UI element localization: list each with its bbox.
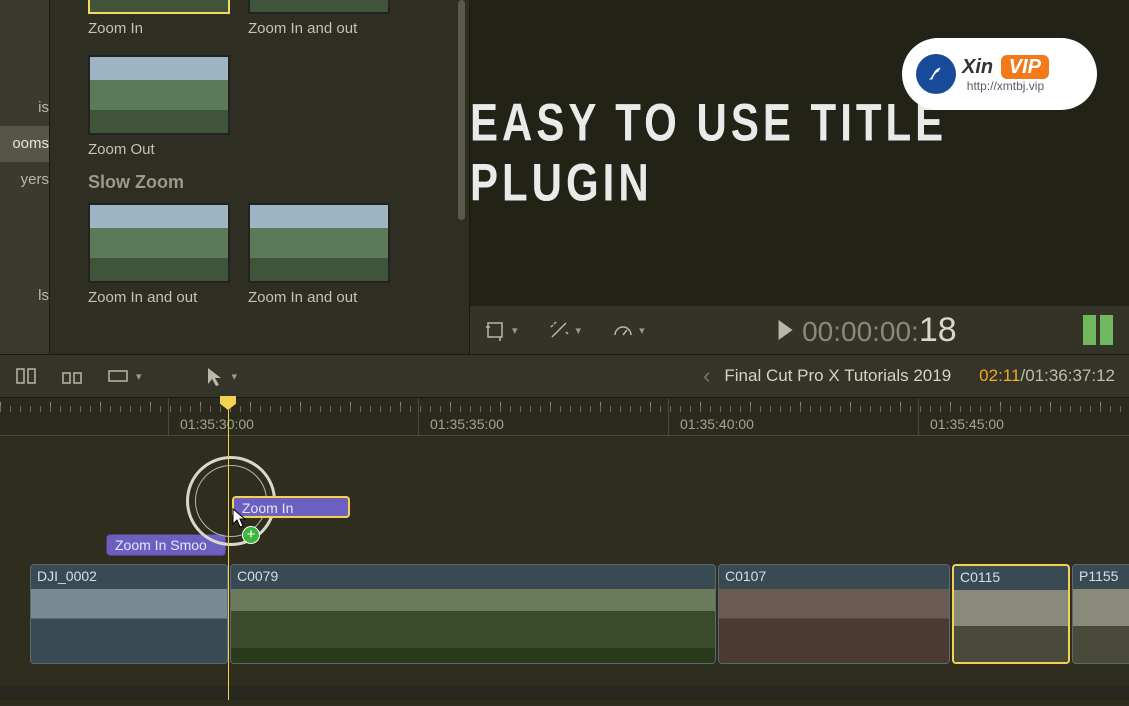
effect-label: Zoom Out bbox=[88, 135, 230, 158]
clip-appearance-icon bbox=[106, 365, 132, 387]
timeline-ruler[interactable]: 01:35:30:00 01:35:35:00 01:35:40:00 01:35:4… bbox=[0, 398, 1129, 436]
sidebar-category[interactable]: yers bbox=[0, 162, 49, 198]
project-name[interactable]: Final Cut Pro X Tutorials 2019 bbox=[724, 366, 951, 386]
browser-scrollbar[interactable] bbox=[458, 0, 465, 220]
wand-icon bbox=[548, 319, 570, 341]
video-clip[interactable]: C0107 bbox=[718, 564, 950, 664]
effects-sidebar: is ooms yers ls bbox=[0, 0, 50, 354]
watermark-badge: Xin VIP http://xmtbj.vip bbox=[902, 38, 1097, 110]
timeline-current-time: 02:11 bbox=[979, 366, 1020, 386]
transform-tool-button[interactable]: ▾ bbox=[484, 319, 518, 341]
dragging-title-label: Zoom In bbox=[242, 500, 293, 516]
clip-name-label: C0115 bbox=[960, 569, 1000, 585]
sidebar-category[interactable]: is bbox=[0, 90, 49, 126]
play-icon[interactable] bbox=[778, 320, 792, 340]
chevron-down-icon: ▾ bbox=[639, 324, 645, 337]
effect-thumbnail[interactable] bbox=[248, 203, 390, 283]
effect-thumbnail[interactable] bbox=[248, 0, 390, 14]
clip-filmstrip bbox=[231, 589, 715, 663]
ruler-time-label: 01:35:45:00 bbox=[930, 416, 1004, 432]
timeline-clip-appearance-button[interactable]: ▾ bbox=[106, 365, 142, 387]
video-clip[interactable]: C0115 bbox=[952, 564, 1070, 664]
clip-name-label: C0079 bbox=[237, 568, 278, 584]
index-icon bbox=[14, 365, 40, 387]
timeline-select-tool[interactable]: ▾ bbox=[202, 365, 238, 387]
ruler-time-label: 01:35:35:00 bbox=[430, 416, 504, 432]
watermark-logo-icon bbox=[916, 54, 956, 94]
clip-name-label: C0107 bbox=[725, 568, 766, 584]
ruler-time-label: 01:35:30:00 bbox=[180, 416, 254, 432]
effect-label: Zoom In and out bbox=[88, 283, 230, 306]
crop-icon bbox=[484, 319, 506, 341]
video-clip[interactable]: C0079 bbox=[230, 564, 716, 664]
playhead[interactable] bbox=[228, 398, 229, 700]
chevron-down-icon: ▾ bbox=[576, 324, 582, 337]
clip-filmstrip bbox=[954, 590, 1068, 662]
browser-section-title: Slow Zoom bbox=[88, 158, 448, 203]
watermark-title: Xin VIP bbox=[962, 56, 1049, 79]
effect-thumb-item[interactable]: Zoom In and out bbox=[248, 0, 390, 37]
effect-thumbnail-selected[interactable] bbox=[88, 0, 230, 14]
chevron-down-icon: ▾ bbox=[232, 370, 238, 383]
effect-label: Zoom In and out bbox=[248, 283, 390, 306]
viewer-timecode: 00:00:00:18 bbox=[778, 311, 957, 350]
chevron-down-icon: ▾ bbox=[512, 324, 518, 337]
video-clip[interactable]: P1155 bbox=[1072, 564, 1129, 664]
enhancement-tool-button[interactable]: ▾ bbox=[548, 319, 582, 341]
speedometer-icon bbox=[611, 319, 633, 341]
clip-filmstrip bbox=[719, 589, 949, 663]
viewer-overlay-title: EASY TO USE TITLE PLUGIN bbox=[470, 93, 1129, 213]
audio-meter[interactable] bbox=[1083, 315, 1113, 345]
timeline-footer bbox=[0, 686, 1129, 700]
clip-name-label: DJI_0002 bbox=[37, 568, 97, 584]
video-clip[interactable]: DJI_0002 bbox=[30, 564, 228, 664]
timeline-appearance-button[interactable] bbox=[60, 365, 86, 387]
title-clip-label: Zoom In Smoo bbox=[115, 537, 207, 553]
sidebar-category[interactable]: ls bbox=[0, 278, 49, 314]
chevron-down-icon: ▾ bbox=[136, 370, 142, 383]
ruler-time-label: 01:35:40:00 bbox=[680, 416, 754, 432]
timecode-main: 00:00:00: bbox=[802, 316, 919, 347]
appearance-icon bbox=[60, 365, 86, 387]
effect-label: Zoom In and out bbox=[248, 14, 390, 37]
clip-name-label: P1155 bbox=[1079, 568, 1118, 584]
effects-browser: Zoom In Zoom In and out Zoom Out Slow Zo… bbox=[50, 0, 470, 354]
effect-label: Zoom In bbox=[88, 14, 230, 37]
timeline-header: ▾ ▾ ‹ Final Cut Pro X Tutorials 2019 02:… bbox=[0, 354, 1129, 398]
watermark-url: http://xmtbj.vip bbox=[962, 79, 1049, 93]
effect-thumb-item[interactable]: Zoom In and out bbox=[88, 203, 230, 306]
effect-thumbnail[interactable] bbox=[88, 55, 230, 135]
clip-filmstrip bbox=[31, 589, 227, 663]
effect-thumb-item[interactable]: Zoom In and out bbox=[248, 203, 390, 306]
retime-tool-button[interactable]: ▾ bbox=[611, 319, 645, 341]
timeline-body[interactable]: Zoom In Zoom In Smoo + DJI_0002 C0079 C010… bbox=[0, 436, 1129, 700]
effect-thumb-item[interactable]: Zoom Out bbox=[88, 55, 230, 158]
timecode-frames: 18 bbox=[919, 311, 957, 349]
arrow-cursor-icon bbox=[202, 365, 228, 387]
primary-storyline[interactable]: DJI_0002 C0079 C0107 C0115 P1155 bbox=[30, 564, 1129, 664]
ruler-ticks bbox=[0, 398, 1129, 412]
effect-thumb-item[interactable]: Zoom In bbox=[88, 0, 230, 37]
viewer-toolbar: ▾ ▾ ▾ 00:00:00:18 bbox=[470, 306, 1129, 354]
sidebar-category-active[interactable]: ooms bbox=[0, 126, 49, 162]
effect-thumbnail[interactable] bbox=[88, 203, 230, 283]
timeline-index-button[interactable] bbox=[14, 365, 40, 387]
timeline-duration: 01:36:37:12 bbox=[1025, 366, 1115, 386]
add-cursor-badge-icon: + bbox=[242, 526, 260, 544]
dragging-title-clip[interactable]: Zoom In bbox=[232, 496, 350, 518]
mouse-cursor-icon bbox=[232, 508, 246, 528]
timeline-history-back-button[interactable]: ‹ bbox=[703, 363, 710, 389]
clip-filmstrip bbox=[1073, 589, 1129, 663]
